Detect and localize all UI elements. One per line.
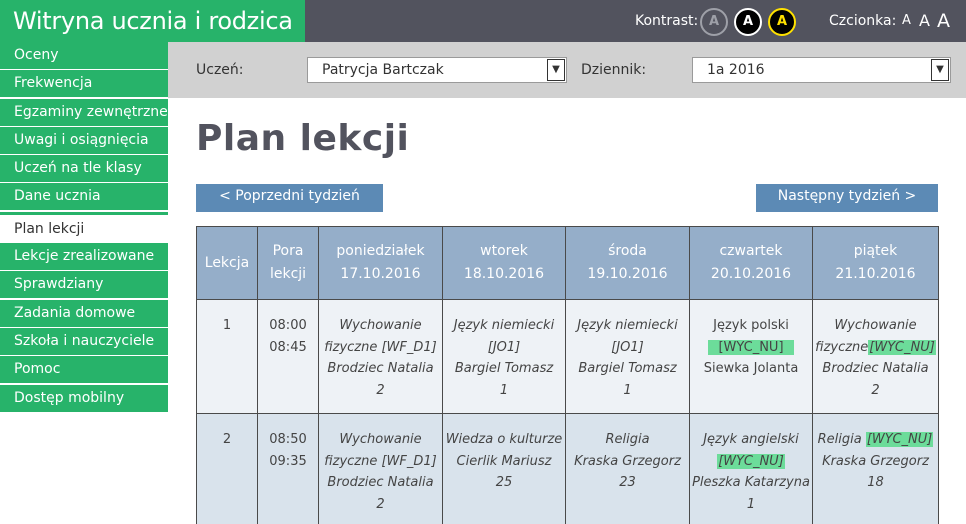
font-small-button[interactable]: A (902, 0, 911, 42)
chevron-down-icon: ▼ (547, 59, 565, 81)
contrast-high-white-button[interactable]: A (734, 8, 762, 36)
font-size-label: Czcionka: (829, 13, 897, 29)
lesson-cell: Wychowanie fizyczne [WF_D1] Brodziec Nat… (318, 413, 443, 524)
topbar: Kontrast: A A A Czcionka: A A A (305, 0, 966, 42)
font-large-button[interactable]: A (937, 0, 950, 42)
journal-label: Dziennik: (581, 62, 647, 78)
previous-week-button[interactable]: < Poprzedni tydzień (196, 184, 383, 212)
status-badge: [WYC_NU] (865, 432, 934, 447)
lesson-cell: Religia Kraska Grzegorz 23 (565, 413, 690, 524)
journal-select-value: 1a 2016 (707, 62, 765, 78)
student-select[interactable]: Patrycja Bartczak ▼ (307, 57, 567, 83)
lesson-cell: Religia [WYC_NU] Kraska Grzegorz 18 (812, 413, 939, 524)
page-title: Plan lekcji (196, 118, 410, 159)
sidebar-item-egzaminy[interactable]: Egzaminy zewnętrzne (0, 98, 168, 126)
lesson-time: 08:00 08:45 (257, 299, 319, 414)
font-medium-button[interactable]: A (919, 0, 930, 42)
lesson-cell: Wiedza o kulturze Cierlik Mariusz 25 (442, 413, 566, 524)
contrast-default-button[interactable]: A (700, 8, 728, 36)
status-badge: [WYC_NU] (717, 453, 785, 469)
column-header-day: poniedziałek 17.10.2016 (318, 226, 443, 300)
table-row: 1 08:00 08:45 Wychowanie fizyczne [WF_D1]… (196, 299, 939, 414)
lesson-time: 08:50 09:35 (257, 413, 319, 524)
student-select-value: Patrycja Bartczak (322, 62, 444, 78)
timetable: Lekcja Pora lekcji poniedziałek 17.10.2016… (196, 226, 939, 524)
app-title: Witryna ucznia i rodzica (0, 0, 305, 42)
sidebar-item-szkola[interactable]: Szkoła i nauczyciele (0, 327, 168, 355)
lesson-cell: Język angielski [WYC_NU] Pleszka Katarzy… (689, 413, 813, 524)
sidebar-item-sprawdziany[interactable]: Sprawdziany (0, 271, 168, 299)
lesson-cell: Język niemiecki [JO1] Bargiel Tomasz 1 (442, 299, 566, 414)
lesson-number: 1 (196, 299, 258, 414)
contrast-high-yellow-button[interactable]: A (768, 8, 796, 36)
sidebar-item-frekwencja[interactable]: Frekwencja (0, 70, 168, 98)
status-badge: [WYC_NU] (708, 339, 794, 355)
column-header-time: Pora lekcji (257, 226, 319, 300)
lesson-cell: Język niemiecki [JO1] Bargiel Tomasz 1 (565, 299, 690, 414)
column-header-day: wtorek 18.10.2016 (442, 226, 566, 300)
sidebar-item-dane-ucznia[interactable]: Dane ucznia (0, 183, 168, 211)
sidebar-item-uwagi[interactable]: Uwagi i osiągnięcia (0, 126, 168, 154)
chevron-down-icon: ▼ (931, 59, 949, 81)
lesson-cell: Wychowanie fizyczne [WF_D1] Brodziec Nat… (318, 299, 443, 414)
student-label: Uczeń: (196, 62, 244, 78)
sidebar-item-dostep-mobilny[interactable]: Dostęp mobilny (0, 384, 168, 412)
column-header-day: piątek 21.10.2016 (812, 226, 939, 300)
sidebar-item-oceny[interactable]: Oceny (0, 42, 168, 69)
sidebar-item-uczen-na-tle-klasy[interactable]: Uczeń na tle klasy (0, 155, 168, 183)
sidebar-item-pomoc[interactable]: Pomoc (0, 356, 168, 384)
column-header-lesson: Lekcja (196, 226, 258, 300)
journal-select[interactable]: 1a 2016 ▼ (692, 57, 951, 83)
column-header-day: czwartek 20.10.2016 (689, 226, 813, 300)
timetable-header-row: Lekcja Pora lekcji poniedziałek 17.10.2016… (196, 226, 939, 300)
lesson-number: 2 (196, 413, 258, 524)
lesson-cell: Język polski [WYC_NU] Siewka Jolanta (689, 299, 813, 414)
lesson-cell: Wychowanie fizyczne[WYC_NU] Brodziec Nat… (812, 299, 939, 414)
filter-bar: Uczeń: Patrycja Bartczak ▼ Dziennik: 1a … (168, 42, 966, 98)
sidebar-item-zadania-domowe[interactable]: Zadania domowe (0, 299, 168, 327)
sidebar-item-lekcje-zrealizowane[interactable]: Lekcje zrealizowane (0, 243, 168, 271)
next-week-button[interactable]: Następny tydzień > (756, 184, 938, 212)
status-badge: [WYC_NU] (868, 339, 936, 355)
sidebar-item-plan-lekcji[interactable]: Plan lekcji (0, 211, 168, 242)
table-row: 2 08:50 09:35 Wychowanie fizyczne [WF_D1]… (196, 413, 939, 524)
contrast-label: Kontrast: (635, 13, 699, 29)
column-header-day: środa 19.10.2016 (565, 226, 690, 300)
sidebar-nav: Oceny Frekwencja Egzaminy zewnętrzne Uwa… (0, 42, 168, 413)
